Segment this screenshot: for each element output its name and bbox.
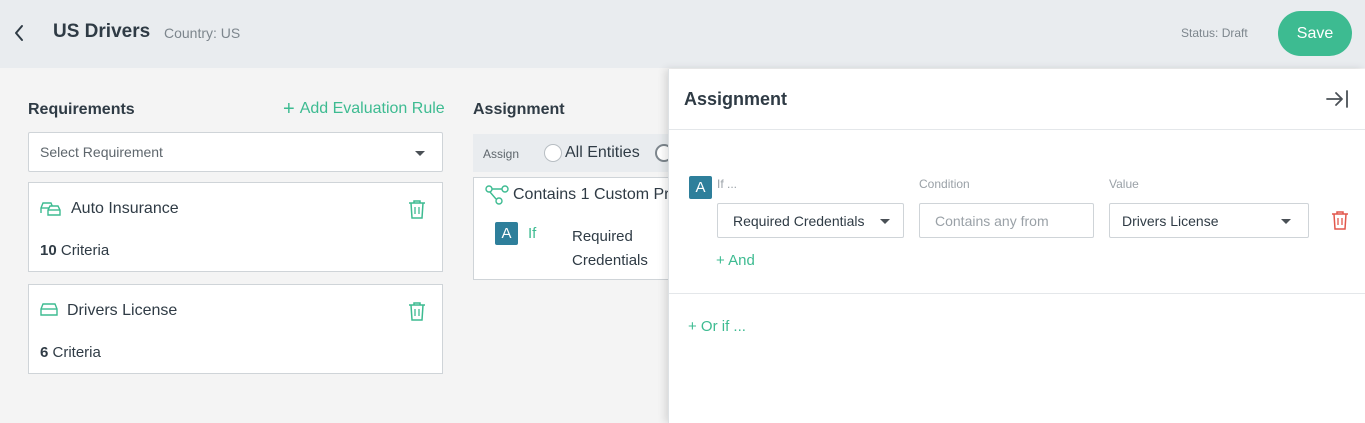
caret-down-icon: [880, 219, 890, 224]
value-select-value: Drivers License: [1122, 212, 1219, 229]
criteria-count: 10 Criteria: [40, 242, 109, 259]
requirement-card[interactable]: Drivers License 6 Criteria: [28, 284, 443, 374]
add-and-button[interactable]: + And: [716, 252, 755, 269]
assign-bar: Assign All Entities: [473, 134, 673, 172]
panel-divider: [669, 129, 1365, 130]
rule-if-label: If: [528, 225, 537, 242]
add-evaluation-rule-button[interactable]: + Add Evaluation Rule: [283, 98, 445, 120]
assignment-rule-card[interactable]: Contains 1 Custom Pr A If Required Crede…: [473, 177, 673, 280]
value-label: Value: [1109, 177, 1139, 191]
requirements-title: Requirements: [28, 101, 135, 118]
assignment-panel: Assignment A If ... Condition Value Requ…: [668, 69, 1365, 423]
add-evaluation-rule-label: Add Evaluation Rule: [299, 100, 445, 117]
rule-field: Required Credentials: [572, 225, 648, 273]
rule-field-line: Required: [572, 228, 633, 245]
save-button[interactable]: Save: [1278, 11, 1352, 56]
select-requirement-dropdown[interactable]: Select Requirement: [28, 132, 443, 172]
rule-field-line: Credentials: [572, 252, 648, 269]
flow-icon: [485, 185, 509, 205]
status-label: Status: Draft: [1181, 26, 1248, 40]
country-label: Country: US: [164, 25, 241, 41]
assignment-title: Assignment: [473, 101, 565, 118]
trash-icon[interactable]: [408, 301, 426, 321]
cars-icon: [40, 202, 61, 216]
panel-title: Assignment: [684, 89, 788, 109]
condition-badge: A: [689, 176, 712, 199]
top-bar: US Drivers Country: US Status: Draft Sav…: [0, 0, 1365, 68]
if-label: If ...: [717, 177, 738, 191]
select-requirement-placeholder: Select Requirement: [40, 144, 163, 160]
add-or-if-button[interactable]: + Or if ...: [688, 318, 746, 335]
condition-input[interactable]: Contains any from: [919, 203, 1094, 238]
caret-down-icon: [1281, 219, 1291, 224]
plus-icon: +: [283, 98, 295, 120]
trash-icon[interactable]: [408, 199, 426, 219]
requirement-card[interactable]: Auto Insurance 10 Criteria: [28, 182, 443, 272]
caret-down-icon: [415, 151, 425, 156]
assign-label: Assign: [483, 147, 520, 161]
car-icon: [40, 303, 58, 316]
trash-icon[interactable]: [1331, 210, 1349, 230]
all-entities-radio[interactable]: [544, 144, 562, 162]
rule-badge: A: [495, 222, 518, 245]
back-button[interactable]: [8, 20, 30, 46]
criteria-number: 6: [40, 344, 49, 361]
value-select[interactable]: Drivers License: [1109, 203, 1309, 238]
requirement-name: Drivers License: [67, 302, 178, 319]
condition-label: Condition: [919, 177, 970, 191]
page-title: US Drivers: [53, 21, 151, 42]
criteria-label: Criteria: [52, 344, 101, 361]
condition-placeholder: Contains any from: [935, 212, 1049, 229]
criteria-number: 10: [40, 242, 57, 259]
panel-divider: [669, 293, 1365, 294]
collapse-panel-icon[interactable]: [1325, 89, 1349, 109]
field-select[interactable]: Required Credentials: [717, 203, 904, 238]
chevron-left-icon: [15, 25, 23, 41]
requirement-name: Auto Insurance: [71, 200, 179, 217]
criteria-count: 6 Criteria: [40, 344, 101, 361]
all-entities-label: All Entities: [565, 144, 640, 161]
rule-heading: Contains 1 Custom Pr: [513, 186, 670, 203]
field-select-value: Required Credentials: [733, 212, 865, 229]
criteria-label: Criteria: [60, 242, 110, 259]
